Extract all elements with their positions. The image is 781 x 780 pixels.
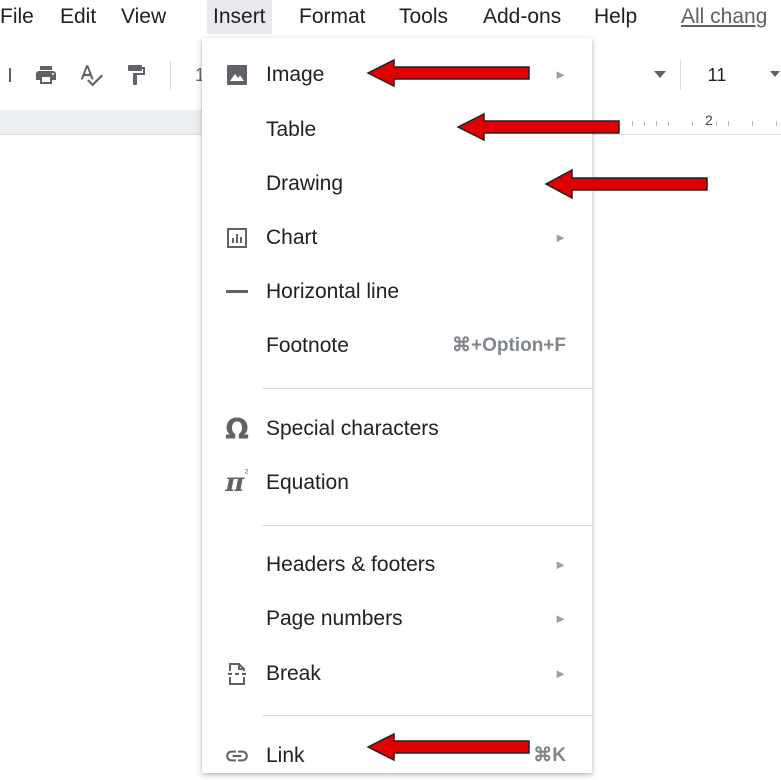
ruler-number: 2	[705, 112, 713, 128]
menu-file[interactable]: File	[0, 0, 34, 34]
all-changes-saved-link[interactable]: All chang	[681, 0, 767, 34]
font-size-chevron-icon[interactable]	[768, 50, 781, 100]
menu-item-label: Footnote	[266, 334, 349, 357]
menu-item-label: Equation	[266, 471, 349, 494]
menu-tools[interactable]: Tools	[399, 0, 448, 34]
font-dropdown-chevron-icon[interactable]	[648, 50, 672, 100]
menu-divider	[262, 525, 592, 526]
menu-item-break[interactable]: Break ►	[202, 650, 592, 698]
menu-divider	[262, 388, 592, 389]
annotation-arrow-image	[366, 58, 530, 88]
submenu-arrow-icon: ►	[554, 230, 567, 245]
submenu-arrow-icon: ►	[554, 557, 567, 572]
ruler-tick	[644, 121, 645, 126]
ruler-tick	[728, 121, 729, 126]
menu-item-label: Drawing	[266, 172, 344, 195]
menu-item-label: Page numbers	[266, 607, 403, 630]
annotation-arrow-drawing	[544, 168, 708, 200]
submenu-arrow-icon: ►	[554, 666, 567, 681]
horizontal-line-icon	[220, 268, 254, 316]
menu-add-ons[interactable]: Add-ons	[483, 0, 561, 34]
menu-item-label: Special characters	[266, 417, 439, 440]
spell-check-icon[interactable]	[76, 50, 106, 100]
undo-icon[interactable]	[0, 50, 20, 100]
menu-format[interactable]: Format	[299, 0, 366, 34]
ruler-tick	[776, 121, 777, 126]
menu-item-headers-footers[interactable]: Headers & footers ►	[202, 541, 592, 589]
toolbar-divider	[170, 60, 171, 90]
omega-icon: Ω	[225, 412, 249, 446]
footnote-shortcut: ⌘+Option+F	[452, 335, 566, 356]
chart-icon	[220, 214, 254, 262]
image-icon	[220, 51, 254, 99]
menu-view[interactable]: View	[121, 0, 166, 34]
font-size-value[interactable]: 11	[692, 50, 742, 100]
menu-item-special-characters[interactable]: Ω Special characters	[202, 405, 592, 453]
paint-format-icon[interactable]	[120, 50, 152, 100]
submenu-arrow-icon: ►	[554, 67, 567, 82]
ruler-tick	[752, 121, 753, 126]
ruler-tick	[632, 121, 633, 126]
menu-insert[interactable]: Insert	[207, 0, 272, 34]
menu-item-label: Chart	[266, 226, 318, 249]
pi-icon: π²	[225, 466, 249, 499]
menu-item-horizontal-line[interactable]: Horizontal line	[202, 268, 592, 316]
ruler-tick	[668, 121, 669, 126]
annotation-arrow-link	[366, 732, 530, 762]
menu-item-label: Break	[266, 662, 321, 685]
menu-bar: File Edit View Insert Format Tools Add-o…	[0, 0, 781, 34]
menu-item-page-numbers[interactable]: Page numbers ►	[202, 595, 592, 643]
submenu-arrow-icon: ►	[554, 611, 567, 626]
break-icon	[220, 650, 254, 698]
menu-item-label: Table	[266, 118, 317, 141]
ruler-tick	[716, 121, 717, 126]
ruler-tick	[692, 121, 693, 126]
annotation-arrow-table	[456, 112, 620, 142]
toolbar-divider	[680, 60, 681, 90]
menu-item-label: Image	[266, 63, 325, 86]
insert-menu: Image ► Table ► Drawing ► Chart ► Horizo…	[202, 38, 592, 773]
menu-divider	[262, 715, 592, 716]
menu-item-drawing[interactable]: Drawing ►	[202, 160, 592, 208]
menu-edit[interactable]: Edit	[60, 0, 96, 34]
menu-item-footnote[interactable]: Footnote ⌘+Option+F	[202, 322, 592, 370]
menu-help[interactable]: Help	[594, 0, 637, 34]
print-icon[interactable]	[28, 50, 64, 100]
menu-item-equation[interactable]: π² Equation	[202, 459, 592, 507]
menu-item-label: Headers & footers	[266, 553, 436, 576]
ruler-tick	[656, 121, 657, 126]
menu-item-chart[interactable]: Chart ►	[202, 214, 592, 262]
menu-item-label: Horizontal line	[266, 280, 400, 303]
